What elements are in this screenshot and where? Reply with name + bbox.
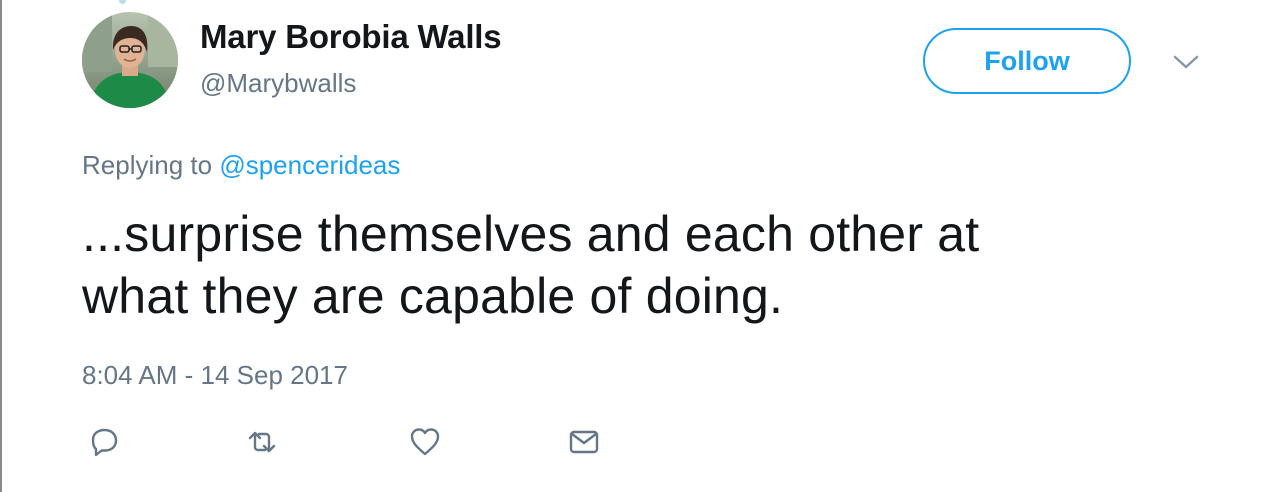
tweet-timestamp[interactable]: 8:04 AM - 14 Sep 2017 bbox=[82, 360, 348, 391]
author-handle[interactable]: @Marybwalls bbox=[200, 68, 356, 99]
reply-to-link[interactable]: @spencerideas bbox=[219, 150, 400, 180]
avatar-image bbox=[82, 12, 178, 108]
retweet-icon[interactable] bbox=[244, 424, 280, 460]
tweet-text: ...surprise themselves and each other at… bbox=[82, 203, 1162, 327]
heart-icon[interactable] bbox=[407, 424, 443, 460]
reply-icon[interactable] bbox=[86, 424, 122, 460]
envelope-icon[interactable] bbox=[566, 424, 602, 460]
tweet-text-line: what they are capable of doing. bbox=[82, 268, 784, 324]
tweet-text-line: ...surprise themselves and each other at bbox=[82, 206, 980, 262]
tweet-card: Mary Borobia Walls @Marybwalls Follow Re… bbox=[0, 0, 1280, 492]
author-display-name[interactable]: Mary Borobia Walls bbox=[200, 18, 502, 56]
avatar[interactable] bbox=[82, 12, 178, 108]
follow-button[interactable]: Follow bbox=[923, 28, 1131, 94]
reply-context: Replying to @spencerideas bbox=[82, 150, 400, 181]
chevron-down-icon[interactable] bbox=[1172, 52, 1200, 72]
reply-prefix: Replying to bbox=[82, 150, 213, 180]
